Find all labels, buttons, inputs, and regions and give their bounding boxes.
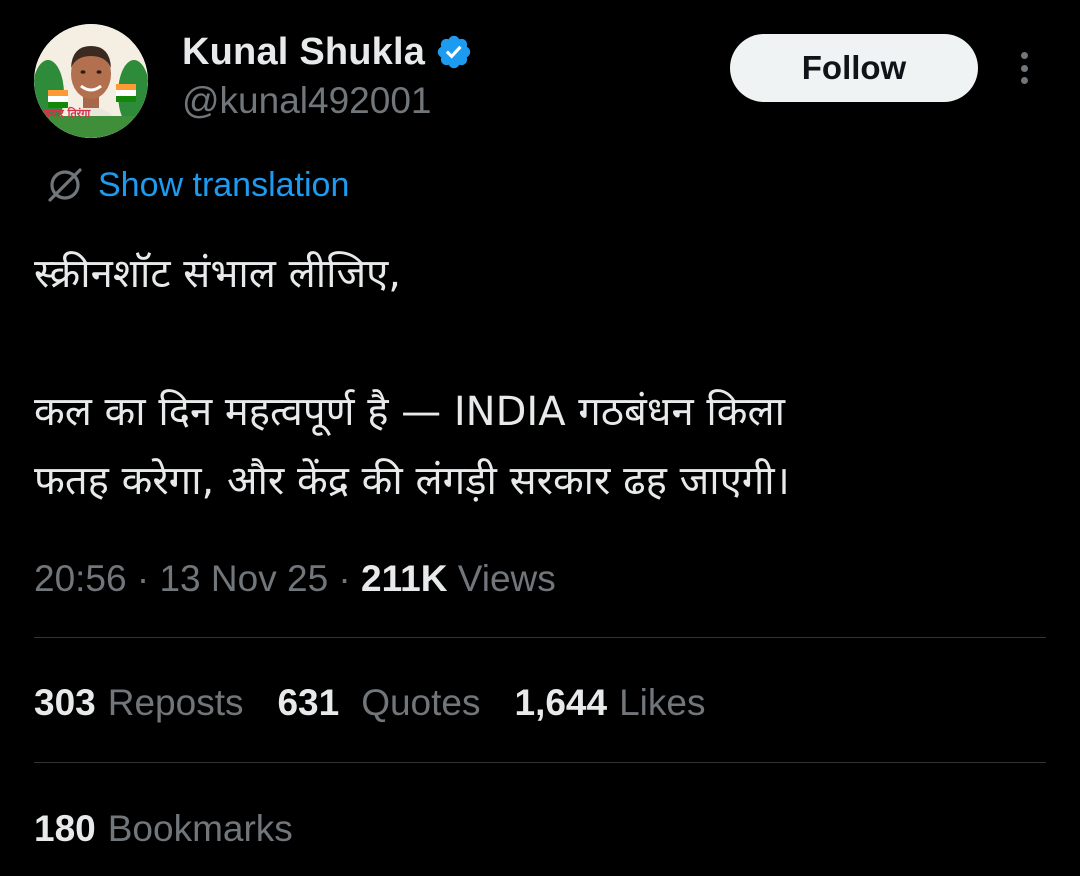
quotes-count: 631 — [277, 682, 340, 723]
more-vertical-icon — [1020, 52, 1028, 59]
tweet-text: स्क्रीनशॉट संभाल लीजिए, कल का दिन महत्वप… — [34, 240, 1044, 516]
avatar-image — [34, 24, 148, 138]
meta-separator: · — [126, 558, 160, 599]
views-spacer — [447, 558, 457, 600]
tweet-meta: 20:56 · 13 Nov 25 · 211K Views — [34, 554, 556, 604]
bookmarks-label: Bookmarks — [107, 808, 293, 849]
bookmarks-stat-inner[interactable]: 180 Bookmarks — [34, 808, 293, 850]
quotes-stat[interactable]: 631 Quotes — [277, 682, 480, 724]
translate-icon — [48, 168, 82, 202]
engagement-stats: 303 Reposts 631 Quotes 1,644 Likes — [34, 678, 739, 728]
quotes-label: Quotes — [361, 682, 481, 723]
author-name-row[interactable]: Kunal Shukla — [182, 28, 473, 76]
tweet-paragraph-line: कल का दिन महत्वपूर्ण है — INDIA गठबंधन क… — [34, 389, 785, 435]
more-vertical-icon-dot — [1020, 77, 1028, 84]
tweet-paragraph-line: फतह करेगा, और केंद्र की लंगड़ी सरकार ढह … — [34, 458, 790, 504]
likes-label: Likes — [619, 682, 706, 723]
divider — [34, 762, 1046, 763]
divider — [34, 637, 1046, 638]
reposts-label: Reposts — [107, 682, 244, 723]
likes-stat[interactable]: 1,644 Likes — [515, 682, 706, 724]
views-count[interactable]: 211K — [361, 558, 447, 600]
verified-badge-icon — [437, 35, 471, 69]
bookmarks-count: 180 — [34, 808, 96, 849]
show-translation-link[interactable]: Show translation — [44, 162, 349, 208]
likes-count: 1,644 — [514, 682, 608, 723]
meta-separator: · — [328, 558, 362, 599]
bookmarks-stat[interactable]: 180 Bookmarks — [34, 804, 327, 854]
author-handle[interactable]: @kunal492001 — [182, 80, 431, 122]
follow-button[interactable]: Follow — [730, 34, 978, 102]
tweet-date[interactable]: 13 Nov 25 — [159, 558, 328, 600]
reposts-stat[interactable]: 303 Reposts — [34, 682, 243, 724]
views-label[interactable]: Views — [458, 558, 556, 600]
reposts-count: 303 — [34, 682, 96, 723]
avatar[interactable]: हमार तिरंगा — [34, 24, 148, 138]
avatar-badge-text: हमार तिरंगा — [44, 107, 91, 120]
more-options-button[interactable] — [1008, 46, 1040, 90]
display-name[interactable]: Kunal Shukla — [182, 31, 425, 74]
tweet-time[interactable]: 20:56 — [34, 558, 127, 600]
show-translation-label[interactable]: Show translation — [98, 166, 349, 205]
tweet-paragraph: स्क्रीनशॉट संभाल लीजिए, — [34, 251, 401, 297]
more-vertical-icon-dot — [1020, 64, 1028, 72]
